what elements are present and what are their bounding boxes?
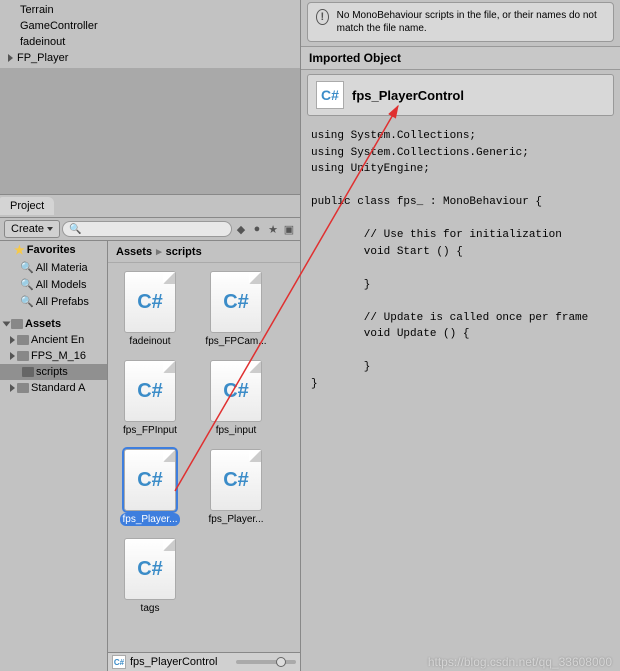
csharp-file-icon: C# xyxy=(210,449,262,511)
csharp-file-icon: C# xyxy=(124,449,176,511)
asset-label: fadeinout xyxy=(127,335,172,348)
folder-item[interactable]: Standard A xyxy=(0,380,107,396)
hierarchy-item[interactable]: GameController xyxy=(0,18,300,34)
csharp-file-icon: C# xyxy=(124,360,176,422)
footer-filename: fps_PlayerControl xyxy=(130,656,217,668)
icon-size-slider[interactable] xyxy=(236,660,296,664)
chevron-icon: ▸ xyxy=(156,245,162,258)
csharp-file-icon: C# xyxy=(210,271,262,333)
object-header: C# fps_PlayerControl xyxy=(307,74,614,116)
breadcrumb-item[interactable]: Assets xyxy=(116,246,152,258)
object-name: fps_PlayerControl xyxy=(352,88,464,103)
slider-thumb[interactable] xyxy=(276,657,286,667)
project-toolbar: Create 🔍 ◆ ● ★ ▣ xyxy=(0,218,300,241)
asset-item[interactable]: C# fadeinout xyxy=(116,271,184,348)
star-icon: ★ xyxy=(14,243,25,257)
hierarchy-item[interactable]: FP_Player xyxy=(0,50,300,66)
asset-item[interactable]: C# fps_FPCam... xyxy=(202,271,270,348)
watermark: https://blog.csdn.net/qq_33608000 xyxy=(428,655,612,669)
inspector-panel: ! No MonoBehaviour scripts in the file, … xyxy=(300,0,620,671)
warning-icon: ! xyxy=(316,9,329,25)
hierarchy-item[interactable]: fadeinout xyxy=(0,34,300,50)
label-icon[interactable]: ● xyxy=(250,222,264,236)
project-sidebar: ★Favorites 🔍All Materia 🔍All Models 🔍All… xyxy=(0,241,108,671)
hierarchy-item[interactable]: Terrain xyxy=(0,2,300,18)
folder-item[interactable]: scripts xyxy=(0,364,107,380)
asset-item[interactable]: C# tags xyxy=(116,538,184,615)
search-icon: 🔍 xyxy=(20,261,34,274)
asset-label: tags xyxy=(139,602,162,615)
expand-icon[interactable] xyxy=(10,352,15,360)
folder-icon xyxy=(17,383,29,393)
favorite-item[interactable]: 🔍All Materia xyxy=(0,259,107,276)
csharp-icon: C# xyxy=(316,81,344,109)
csharp-file-icon: C# xyxy=(124,271,176,333)
dropdown-icon xyxy=(47,227,53,231)
csharp-icon: C# xyxy=(112,655,126,669)
warning-text: No MonoBehaviour scripts in the file, or… xyxy=(337,9,605,35)
favorite-item[interactable]: 🔍All Models xyxy=(0,276,107,293)
project-content: Assets ▸ scripts C# fadeinout C# fps_FPCam.… xyxy=(108,241,300,671)
csharp-file-icon: C# xyxy=(124,538,176,600)
favorite-icon[interactable]: ★ xyxy=(266,222,280,236)
breadcrumb: Assets ▸ scripts xyxy=(108,241,300,263)
expand-icon[interactable] xyxy=(10,384,15,392)
asset-label: fps_FPCam... xyxy=(203,335,268,348)
code-preview: using System.Collections; using System.C… xyxy=(301,120,620,400)
breadcrumb-item[interactable]: scripts xyxy=(166,246,202,258)
expand-icon[interactable] xyxy=(10,336,15,344)
favorites-header[interactable]: ★Favorites xyxy=(0,241,107,259)
expand-icon[interactable] xyxy=(3,322,11,327)
search-input[interactable]: 🔍 xyxy=(62,221,232,237)
asset-item[interactable]: C# fps_FPInput xyxy=(116,360,184,437)
search-icon: 🔍 xyxy=(20,278,34,291)
project-panel: Project Create 🔍 ◆ ● ★ ▣ ★Favorites 🔍All… xyxy=(0,194,300,671)
project-footer: C# fps_PlayerControl xyxy=(108,652,300,671)
section-title: Imported Object xyxy=(301,46,620,70)
asset-label: fps_FPInput xyxy=(121,424,179,437)
asset-label: fps_Player... xyxy=(206,513,265,526)
asset-label: fps_input xyxy=(214,424,259,437)
folder-icon xyxy=(17,351,29,361)
search-icon: 🔍 xyxy=(20,295,34,308)
folder-item[interactable]: Ancient En xyxy=(0,332,107,348)
save-search-icon[interactable]: ▣ xyxy=(282,222,296,236)
asset-label: fps_Player... xyxy=(120,513,179,526)
tab-project[interactable]: Project xyxy=(0,197,54,215)
asset-grid[interactable]: C#fadeinoutC#fps_FPCam...C#fps_FPInputC#… xyxy=(108,263,300,652)
folder-icon xyxy=(11,319,23,329)
assets-header[interactable]: Assets xyxy=(0,316,107,332)
hierarchy-panel: Terrain GameController fadeinout FP_Play… xyxy=(0,0,300,68)
folder-item[interactable]: FPS_M_16 xyxy=(0,348,107,364)
folder-icon xyxy=(17,335,29,345)
csharp-file-icon: C# xyxy=(210,360,262,422)
filter-icon[interactable]: ◆ xyxy=(234,222,248,236)
asset-item[interactable]: C# fps_Player... xyxy=(202,449,270,526)
warning-box: ! No MonoBehaviour scripts in the file, … xyxy=(307,2,614,42)
folder-icon xyxy=(22,367,34,377)
asset-item[interactable]: C# fps_input xyxy=(202,360,270,437)
panel-tabs: Project xyxy=(0,195,300,218)
asset-item[interactable]: C# fps_Player... xyxy=(116,449,184,526)
favorite-item[interactable]: 🔍All Prefabs xyxy=(0,293,107,310)
create-button[interactable]: Create xyxy=(4,220,60,238)
expand-icon[interactable] xyxy=(8,54,13,62)
